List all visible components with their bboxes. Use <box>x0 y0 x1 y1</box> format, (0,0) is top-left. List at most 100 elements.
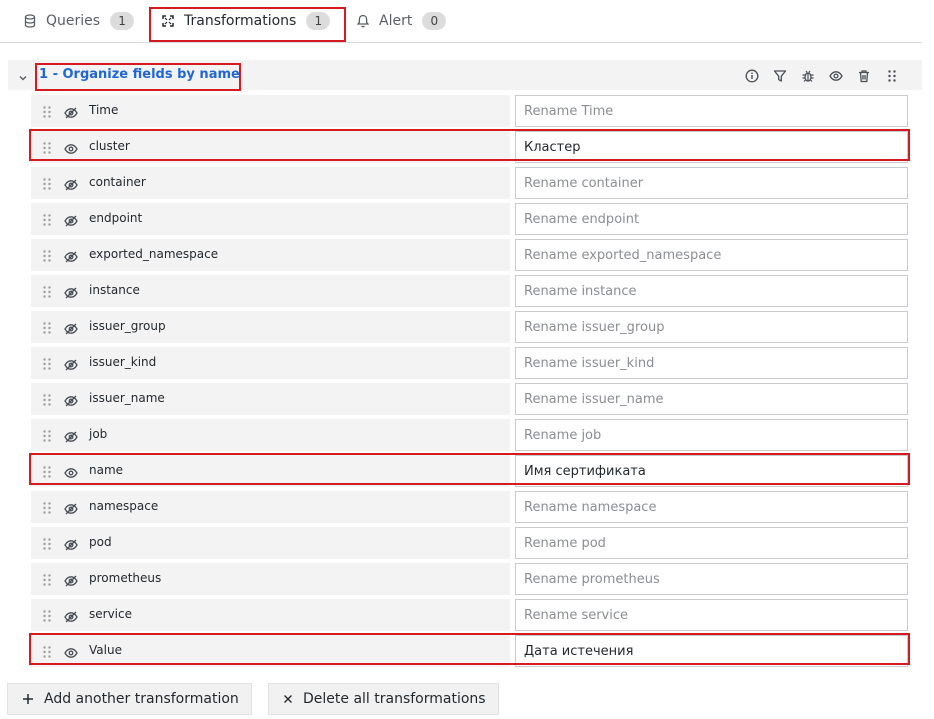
rename-input[interactable] <box>515 203 908 235</box>
rename-input[interactable] <box>515 419 908 451</box>
eye-off-icon[interactable] <box>64 284 80 299</box>
drag-handle-icon[interactable] <box>42 608 54 622</box>
field-name: issuer_kind <box>89 355 157 369</box>
field-row: endpoint <box>31 203 908 235</box>
delete-all-transformations-label: Delete all transformations <box>303 691 486 707</box>
field-row: Time <box>31 95 908 127</box>
drag-handle-icon[interactable] <box>42 356 54 370</box>
field-name: namespace <box>89 499 159 513</box>
eye-off-icon[interactable] <box>64 248 80 263</box>
field-row: issuer_group <box>31 311 908 343</box>
database-icon <box>22 13 38 29</box>
add-transformation-label: Add another transformation <box>44 691 239 707</box>
drag-handle-icon[interactable] <box>882 66 902 86</box>
field-name: prometheus <box>89 571 162 585</box>
field-name: container <box>89 175 146 189</box>
eye-off-icon[interactable] <box>64 176 80 191</box>
drag-handle-icon[interactable] <box>42 248 54 262</box>
rename-input[interactable] <box>515 239 908 271</box>
eye-off-icon[interactable] <box>64 536 80 551</box>
field-row: exported_namespace <box>31 239 908 271</box>
transformation-actions <box>734 66 902 86</box>
eye-icon[interactable] <box>826 66 846 86</box>
transformation-header: 1 - Organize fields by name <box>8 60 922 91</box>
eye-off-icon[interactable] <box>64 392 80 407</box>
field-name: Time <box>89 103 119 117</box>
drag-handle-icon[interactable] <box>42 104 54 118</box>
drag-handle-icon[interactable] <box>42 428 54 442</box>
field-cell: issuer_name <box>31 383 510 415</box>
rename-input[interactable] <box>515 167 908 199</box>
field-name: issuer_name <box>89 391 165 405</box>
highlight-box-row <box>29 129 910 161</box>
field-row: pod <box>31 527 908 559</box>
tab-queries-count: 1 <box>110 12 135 30</box>
field-cell: service <box>31 599 510 631</box>
field-name: pod <box>89 535 112 549</box>
rename-input[interactable] <box>515 599 908 631</box>
field-row: Value <box>29 633 910 667</box>
tab-alert-label: Alert <box>379 13 413 29</box>
field-row: instance <box>31 275 908 307</box>
drag-handle-icon[interactable] <box>42 176 54 190</box>
rename-input[interactable] <box>515 347 908 379</box>
delete-all-transformations-button[interactable]: Delete all transformations <box>268 683 499 715</box>
tab-alert[interactable]: Alert 0 <box>355 0 447 42</box>
highlight-box-tab <box>149 7 346 42</box>
field-row: prometheus <box>31 563 908 595</box>
chevron-down-icon[interactable] <box>17 69 29 81</box>
eye-off-icon[interactable] <box>64 428 80 443</box>
field-cell: issuer_group <box>31 311 510 343</box>
drag-handle-icon[interactable] <box>42 284 54 298</box>
info-icon[interactable] <box>742 66 762 86</box>
tab-alert-count: 0 <box>422 12 447 30</box>
eye-off-icon[interactable] <box>64 572 80 587</box>
drag-handle-icon[interactable] <box>42 500 54 514</box>
rename-input[interactable] <box>515 275 908 307</box>
eye-off-icon[interactable] <box>64 104 80 119</box>
field-cell: container <box>31 167 510 199</box>
tab-queries-label: Queries <box>46 13 101 29</box>
field-cell: job <box>31 419 510 451</box>
bug-icon[interactable] <box>798 66 818 86</box>
field-cell: issuer_kind <box>31 347 510 379</box>
field-cell: exported_namespace <box>31 239 510 271</box>
eye-off-icon[interactable] <box>64 608 80 623</box>
eye-off-icon[interactable] <box>64 320 80 335</box>
field-cell: namespace <box>31 491 510 523</box>
drag-handle-icon[interactable] <box>42 212 54 226</box>
filter-icon[interactable] <box>770 66 790 86</box>
highlight-box-row <box>29 633 910 665</box>
field-name: exported_namespace <box>89 247 219 261</box>
rename-input[interactable] <box>515 563 908 595</box>
field-row: job <box>31 419 908 451</box>
field-cell: prometheus <box>31 563 510 595</box>
rename-input[interactable] <box>515 527 908 559</box>
rename-input[interactable] <box>515 311 908 343</box>
eye-off-icon[interactable] <box>64 212 80 227</box>
field-cell: instance <box>31 275 510 307</box>
field-row: namespace <box>31 491 908 523</box>
close-icon <box>283 694 293 704</box>
trash-icon[interactable] <box>854 66 874 86</box>
drag-handle-icon[interactable] <box>42 536 54 550</box>
drag-handle-icon[interactable] <box>42 392 54 406</box>
tab-queries[interactable]: Queries 1 <box>22 0 135 42</box>
drag-handle-icon[interactable] <box>42 572 54 586</box>
add-transformation-button[interactable]: Add another transformation <box>7 683 252 715</box>
field-row: issuer_kind <box>31 347 908 379</box>
rename-input[interactable] <box>515 491 908 523</box>
rename-input[interactable] <box>515 95 908 127</box>
rename-input[interactable] <box>515 383 908 415</box>
field-name: instance <box>89 283 140 297</box>
field-name: endpoint <box>89 211 143 225</box>
bell-icon <box>355 13 371 29</box>
field-row: cluster <box>29 129 910 163</box>
eye-off-icon[interactable] <box>64 500 80 515</box>
highlight-box-row <box>29 453 910 485</box>
drag-handle-icon[interactable] <box>42 320 54 334</box>
field-cell: endpoint <box>31 203 510 235</box>
field-cell: pod <box>31 527 510 559</box>
editor-tabs: Queries 1 Transformations 1 Alert 0 <box>0 0 934 44</box>
eye-off-icon[interactable] <box>64 356 80 371</box>
